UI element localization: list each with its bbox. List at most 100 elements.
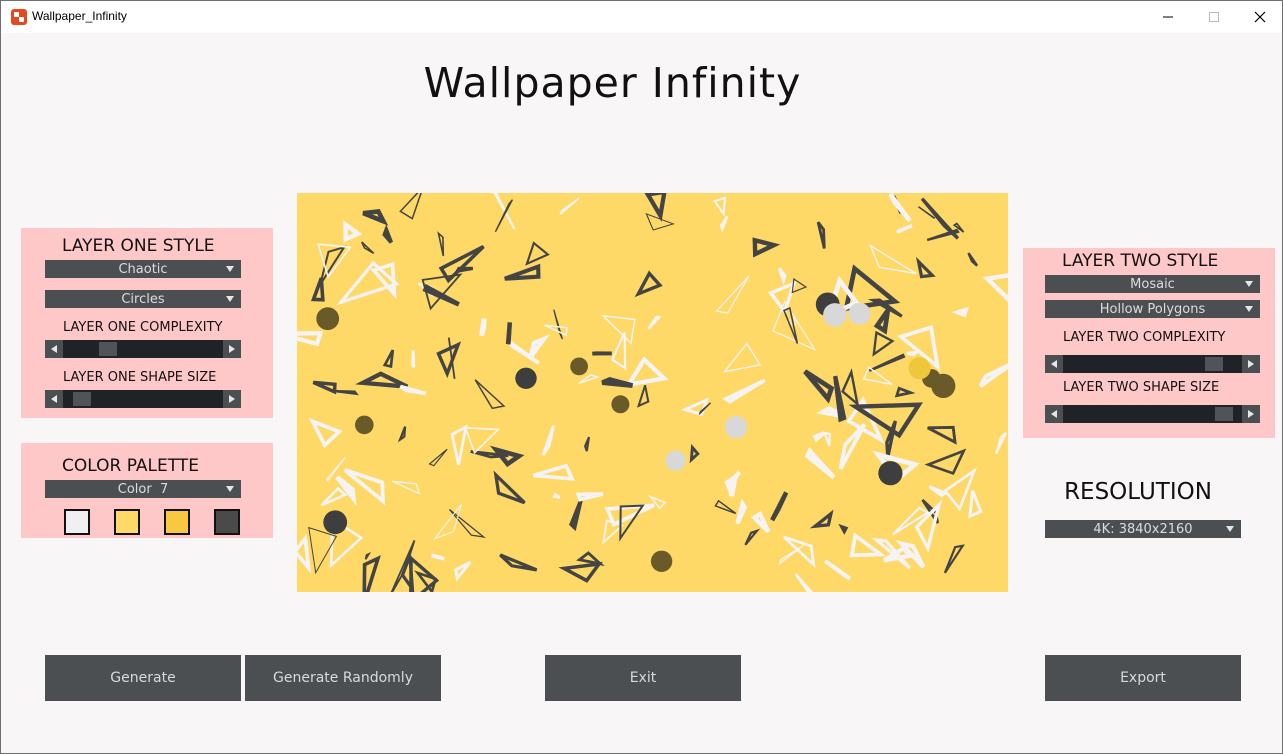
preview-shape bbox=[873, 309, 891, 335]
layer-two-complexity-label: LAYER TWO COMPLEXITY bbox=[1063, 330, 1226, 345]
title-bar[interactable]: Wallpaper_Infinity bbox=[1, 1, 1282, 33]
color-swatch-3[interactable] bbox=[164, 509, 190, 535]
generate-button[interactable]: Generate bbox=[45, 655, 241, 701]
slider-track[interactable] bbox=[1063, 355, 1242, 373]
exit-button[interactable]: Exit bbox=[545, 655, 741, 701]
color-swatch-2[interactable] bbox=[114, 509, 140, 535]
slider-thumb[interactable] bbox=[73, 392, 91, 406]
preview-shape bbox=[391, 480, 421, 495]
preview-shape bbox=[611, 331, 627, 371]
scroll-left-icon[interactable] bbox=[1049, 409, 1059, 419]
layer-one-size-slider[interactable] bbox=[45, 390, 241, 408]
preview-shape bbox=[927, 425, 957, 445]
preview-shape bbox=[532, 463, 576, 481]
layer-one-complexity-slider[interactable] bbox=[45, 340, 241, 358]
scroll-right-icon[interactable] bbox=[227, 394, 237, 404]
preview-shape bbox=[576, 551, 605, 567]
preview-circle bbox=[848, 302, 871, 325]
preview-shape bbox=[636, 384, 650, 408]
layer-two-style-value: Mosaic bbox=[1130, 276, 1175, 292]
preview-shape bbox=[397, 426, 407, 443]
preview-shape bbox=[504, 263, 541, 281]
preview-shape bbox=[428, 448, 448, 467]
preview-shape bbox=[872, 330, 895, 357]
preview-circle bbox=[878, 461, 903, 486]
preview-shape bbox=[777, 267, 787, 286]
slider-track[interactable] bbox=[1063, 405, 1242, 423]
slider-track[interactable] bbox=[63, 390, 223, 408]
preview-shape bbox=[310, 277, 325, 302]
preview-shape bbox=[770, 491, 789, 522]
preview-shape bbox=[680, 397, 710, 417]
preview-shape bbox=[862, 366, 893, 386]
preview-circle bbox=[515, 367, 537, 389]
preview-shape bbox=[411, 350, 416, 368]
preview-shape bbox=[751, 510, 771, 534]
generate-randomly-button[interactable]: Generate Randomly bbox=[245, 655, 441, 701]
preview-shape bbox=[505, 322, 513, 345]
preview-shape bbox=[914, 499, 943, 554]
preview-circle bbox=[611, 395, 630, 414]
layer-one-style-dropdown[interactable]: Chaotic bbox=[45, 260, 241, 278]
preview-shape bbox=[943, 544, 966, 574]
preview-shape bbox=[436, 341, 462, 379]
color-palette-title: COLOR PALETTE bbox=[62, 456, 199, 476]
preview-shape bbox=[924, 448, 967, 476]
slider-track[interactable] bbox=[63, 340, 223, 358]
layer-one-shape-dropdown[interactable]: Circles bbox=[45, 290, 241, 308]
scroll-right-icon[interactable] bbox=[1246, 359, 1256, 369]
preview-shape bbox=[916, 256, 936, 279]
minimize-button[interactable] bbox=[1145, 1, 1191, 33]
preview-shape bbox=[362, 555, 381, 592]
preview-circle bbox=[650, 550, 673, 572]
preview-shape bbox=[325, 457, 346, 482]
layer-two-size-slider[interactable] bbox=[1045, 405, 1260, 423]
layer-two-style-dropdown[interactable]: Mosaic bbox=[1045, 275, 1260, 293]
close-button[interactable] bbox=[1237, 1, 1282, 33]
app-logo-icon bbox=[11, 9, 27, 25]
scroll-right-icon[interactable] bbox=[227, 344, 237, 354]
scroll-right-icon[interactable] bbox=[1246, 409, 1256, 419]
app-window: Wallpaper_Infinity Wallpaper Infinity LA… bbox=[0, 0, 1283, 754]
preview-circle bbox=[570, 357, 588, 376]
preview-shape bbox=[803, 369, 835, 404]
preview-shape bbox=[360, 241, 375, 254]
layer-two-complexity-slider[interactable] bbox=[1045, 355, 1260, 373]
layer-two-title: LAYER TWO STYLE bbox=[1062, 251, 1219, 271]
preview-shape bbox=[794, 573, 814, 592]
preview-circle bbox=[724, 416, 748, 439]
preview-shape bbox=[297, 330, 324, 347]
preview-shape bbox=[714, 499, 737, 515]
preview-shape bbox=[355, 371, 409, 389]
slider-thumb[interactable] bbox=[99, 342, 117, 356]
preview-shape bbox=[715, 275, 750, 314]
preview-shape bbox=[431, 553, 445, 561]
preview-shape bbox=[399, 193, 422, 220]
layer-one-style-value: Chaotic bbox=[118, 261, 168, 277]
layer-two-shape-dropdown[interactable]: Hollow Polygons bbox=[1045, 300, 1260, 318]
slider-thumb[interactable] bbox=[1215, 407, 1233, 421]
preview-shape bbox=[320, 486, 348, 507]
preview-shape bbox=[816, 221, 826, 249]
preview-shape bbox=[604, 503, 655, 527]
slider-thumb[interactable] bbox=[1205, 357, 1223, 371]
color-palette-value: Color 7 bbox=[117, 481, 169, 497]
preview-shape bbox=[544, 324, 568, 337]
export-button[interactable]: Export bbox=[1045, 655, 1241, 701]
preview-shape bbox=[782, 535, 816, 569]
scroll-left-icon[interactable] bbox=[49, 394, 59, 404]
maximize-icon bbox=[1209, 12, 1219, 22]
color-swatch-4[interactable] bbox=[214, 509, 240, 535]
preview-shape bbox=[812, 431, 826, 443]
preview-shape bbox=[841, 368, 860, 407]
resolution-title: RESOLUTION bbox=[1064, 479, 1212, 505]
color-palette-dropdown[interactable]: Color 7 bbox=[45, 480, 241, 498]
preview-shape bbox=[559, 197, 580, 216]
preview-shape bbox=[721, 378, 766, 404]
wallpaper-preview-image bbox=[297, 193, 1008, 592]
scroll-left-icon[interactable] bbox=[49, 344, 59, 354]
maximize-button[interactable] bbox=[1191, 1, 1237, 33]
resolution-dropdown[interactable]: 4K: 3840x2160 bbox=[1045, 520, 1241, 538]
color-swatch-1[interactable] bbox=[64, 509, 90, 535]
scroll-left-icon[interactable] bbox=[1049, 359, 1059, 369]
